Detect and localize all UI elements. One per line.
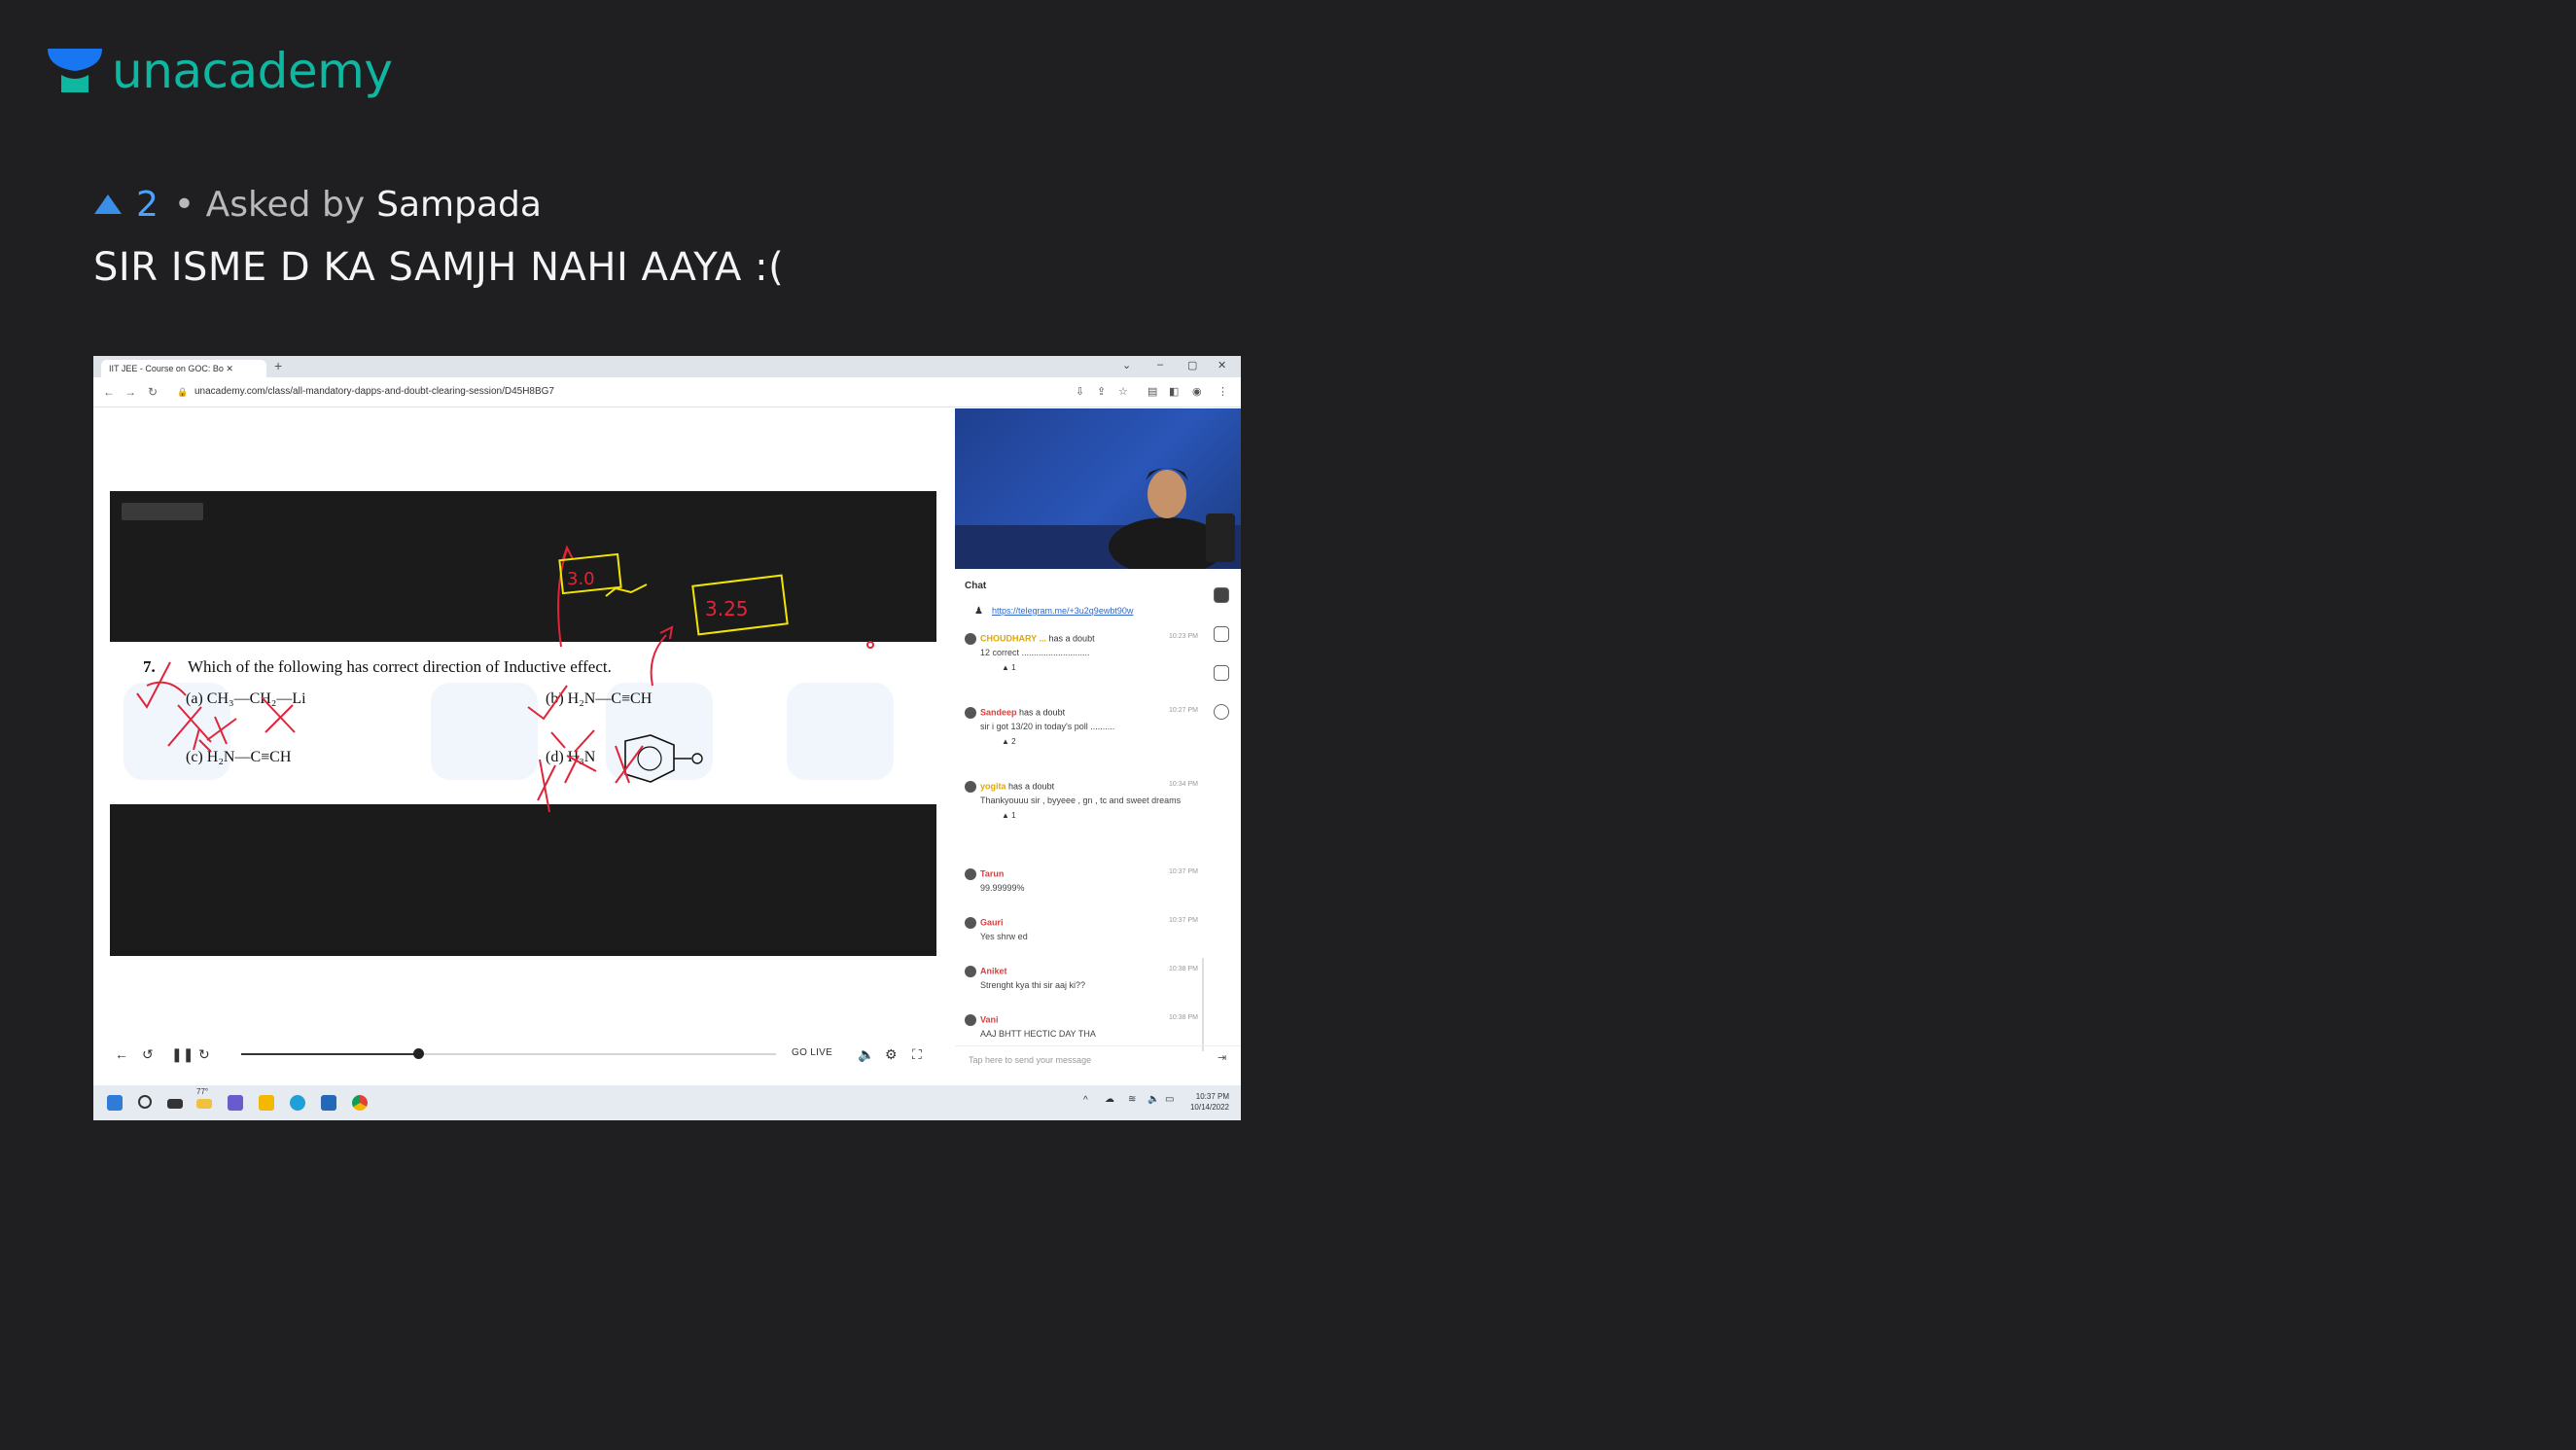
avatar [965, 781, 976, 793]
url-text[interactable]: unacademy.com/class/all-mandatory-dapps-… [194, 386, 554, 397]
back-arrow-icon[interactable]: ← [115, 1046, 128, 1062]
message-upvote[interactable]: ▲ 1 [965, 663, 1198, 672]
chat-title: Chat [965, 581, 987, 591]
avatar [965, 917, 976, 929]
install-icon[interactable]: ⇩ [1076, 385, 1084, 398]
chat-message: Tarun 10:37 PM 99.99999% [965, 868, 1198, 893]
forward-icon[interactable]: → [124, 385, 136, 399]
avatar [965, 868, 976, 880]
sidebar-icon[interactable]: ◧ [1169, 385, 1179, 398]
fullscreen-icon[interactable]: ⛶ [912, 1046, 922, 1063]
unacademy-logo-icon [46, 46, 104, 96]
go-live-button[interactable]: GO LIVE [792, 1047, 832, 1058]
chat-message: CHOUDHARY ... has a doubt 10:23 PM 12 cor… [965, 633, 1198, 672]
chat-message: Sandeep has a doubt 10:27 PM sir i got 13… [965, 707, 1198, 746]
pin-icon: ♟ [974, 606, 983, 617]
attached-screenshot[interactable]: IIT JEE - Course on GOC: Bo ✕ + ⌄ – ▢ ✕ … [93, 356, 1241, 1120]
settings-gear-icon[interactable]: ⚙ [885, 1046, 898, 1063]
task-view-icon[interactable] [167, 1099, 183, 1109]
extensions-icon[interactable]: ▤ [1147, 385, 1157, 398]
avatar [965, 633, 976, 645]
share-icon[interactable]: ⇪ [1097, 385, 1106, 398]
teacher-camera-feed [955, 408, 1241, 569]
chat-icon[interactable] [1214, 587, 1229, 603]
chat-message: Aniket 10:38 PM Strenght kya thi sir aaj … [965, 966, 1198, 990]
chevron-down-icon[interactable]: ⌄ [1122, 359, 1131, 371]
windows-start-icon[interactable] [107, 1095, 123, 1111]
chrome-icon[interactable] [352, 1095, 368, 1111]
search-icon[interactable] [138, 1095, 152, 1109]
avatar [965, 707, 976, 719]
close-icon[interactable]: ✕ [1217, 359, 1226, 371]
unacademy-logo[interactable]: unacademy [46, 43, 393, 99]
chat-panel: Chat ♟ https://telegram.me/+3u2q9ewbt90w… [955, 569, 1241, 1082]
store-icon[interactable] [321, 1095, 336, 1111]
message-upvote[interactable]: ▲ 1 [965, 811, 1198, 820]
pause-icon[interactable]: ❚❚ [171, 1046, 194, 1063]
browser-tab[interactable]: IIT JEE - Course on GOC: Bo ✕ [101, 360, 266, 377]
notes-icon[interactable] [1214, 665, 1229, 681]
triangle-up-icon[interactable] [93, 185, 123, 225]
star-icon[interactable]: ☆ [1118, 385, 1128, 398]
message-upvote[interactable]: ▲ 2 [965, 737, 1198, 746]
address-bar: ← → ↻ 🔒 unacademy.com/class/all-mandator… [93, 377, 1241, 407]
speaker-icon[interactable]: 🔈 [1147, 1094, 1159, 1105]
annotation-3-25: 3.25 [705, 597, 749, 620]
weather-icon[interactable] [196, 1099, 212, 1109]
edge-icon[interactable] [290, 1095, 305, 1111]
clock[interactable]: 10:37 PM 10/14/2022 [1190, 1091, 1229, 1113]
seek-progress [241, 1053, 418, 1055]
chat-message: Gauri 10:37 PM Yes shrw ed [965, 917, 1198, 941]
profile-icon[interactable]: ◉ [1192, 385, 1202, 398]
avatar [965, 966, 976, 977]
teacher-figure [955, 468, 1241, 569]
reload-icon[interactable]: ↻ [148, 385, 158, 399]
chat-message-input[interactable]: Tap here to send your message [969, 1055, 1091, 1065]
new-tab-icon[interactable]: + [274, 358, 282, 373]
divider [955, 1045, 1241, 1046]
seek-bar[interactable] [241, 1048, 776, 1059]
question-meta: 2 • Asked by Sampada [93, 185, 542, 225]
weather-text: 77° [196, 1087, 209, 1096]
send-icon[interactable]: ⇥ [1217, 1051, 1226, 1064]
battery-icon[interactable]: ▭ [1165, 1094, 1174, 1105]
chat-scrollbar[interactable] [1202, 958, 1204, 1051]
minimize-icon[interactable]: – [1157, 359, 1163, 371]
asked-by-label: • Asked by [173, 185, 366, 225]
upvote-count: 2 [136, 185, 159, 225]
author-name[interactable]: Sampada [376, 185, 542, 225]
lock-icon: 🔒 [177, 387, 189, 397]
seek-knob[interactable] [412, 1048, 424, 1059]
tray-chevron-icon[interactable]: ^ [1083, 1095, 1088, 1106]
windows-taskbar: 77° ^ ☁ ≋ 🔈 ▭ 10:37 PM 10/14/2022 [93, 1085, 1241, 1120]
video-player[interactable]: 7. Which of the following has correct di… [110, 491, 936, 956]
brand-name: unacademy [112, 43, 393, 99]
doubt-icon[interactable] [1214, 626, 1229, 642]
question-title: SIR ISME D KA SAMJH NAHI AAYA :( [93, 245, 785, 290]
volume-icon[interactable]: 🔈 [858, 1046, 874, 1063]
annotation-3-0: 3.0 [567, 569, 595, 589]
raise-hand-icon[interactable] [1214, 704, 1229, 720]
cloud-icon[interactable]: ☁ [1105, 1094, 1114, 1105]
browser-tabbar: IIT JEE - Course on GOC: Bo ✕ + ⌄ – ▢ ✕ [93, 356, 1241, 377]
restore-icon[interactable]: ▢ [1187, 359, 1197, 371]
file-explorer-icon[interactable] [259, 1095, 274, 1111]
rewind-10-icon[interactable]: ↺ [142, 1046, 154, 1063]
avatar [965, 1014, 976, 1026]
ink-annotations: 3.0 3.25 [136, 545, 874, 813]
pinned-link[interactable]: https://telegram.me/+3u2q9ewbt90w [992, 606, 1133, 616]
teams-chat-icon[interactable] [228, 1095, 243, 1111]
back-icon[interactable]: ← [103, 385, 115, 399]
chat-message: Vani 10:38 PM AAJ BHTT HECTIC DAY THA [965, 1014, 1198, 1039]
wifi-icon[interactable]: ≋ [1128, 1094, 1136, 1105]
forward-10-icon[interactable]: ↻ [198, 1046, 210, 1063]
menu-icon[interactable]: ⋮ [1217, 385, 1228, 398]
chat-message: yogita has a doubt 10:34 PM Thankyouuu si… [965, 781, 1198, 820]
